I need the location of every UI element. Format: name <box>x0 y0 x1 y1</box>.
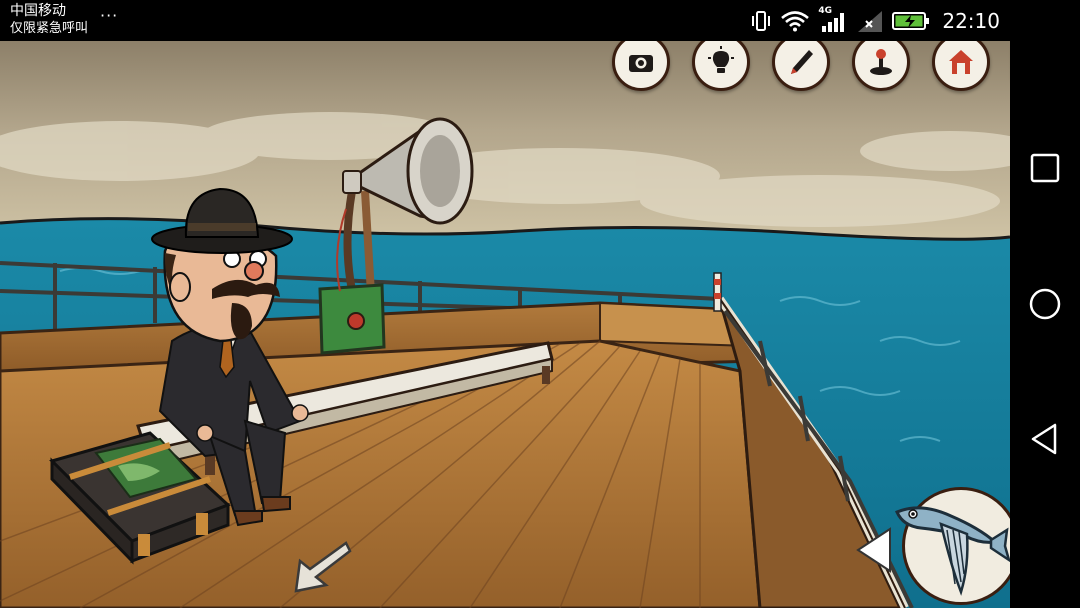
inventory-toggle-arrow[interactable] <box>854 525 894 575</box>
emergency-calls-text: 仅限紧急呼叫 <box>10 21 89 36</box>
home-nav-button[interactable] <box>1027 286 1063 322</box>
circle-icon <box>1029 288 1061 320</box>
game-toolbar <box>612 41 1010 91</box>
lightbulb-icon <box>708 46 734 73</box>
notes-button[interactable] <box>772 41 830 91</box>
carrier-name: 中国移动 <box>10 3 66 19</box>
android-nav-bar <box>1010 0 1080 608</box>
battery-charging-icon <box>892 12 930 30</box>
back-nav-button[interactable] <box>1027 421 1063 457</box>
home-button[interactable] <box>932 41 990 91</box>
clock: 22:10 <box>942 9 1000 33</box>
cellular-signal-icon: 4G <box>818 6 848 33</box>
camera-button[interactable] <box>612 41 670 91</box>
move-back-arrow[interactable] <box>290 539 352 595</box>
more-notifications-icon: ··· <box>100 6 119 25</box>
flying-fish-icon <box>895 506 1010 596</box>
status-bar: 中国移动 仅限紧急呼叫 ··· 4G 22:10 <box>0 0 1010 41</box>
no-signal-icon <box>858 11 883 32</box>
back-triangle-icon <box>1031 423 1057 455</box>
triangle-left-icon <box>856 527 891 573</box>
bow-pole <box>713 272 722 312</box>
ship-deck-scene[interactable] <box>0 41 1010 608</box>
carrier-info: 中国移动 仅限紧急呼叫 <box>10 3 88 37</box>
camera-icon <box>629 55 653 72</box>
status-icons: 4G 22:10 <box>750 6 1000 34</box>
recent-apps-button[interactable] <box>1027 150 1063 186</box>
joystick-icon <box>870 49 892 75</box>
hint-button[interactable] <box>692 41 750 91</box>
square-icon <box>1030 153 1060 183</box>
home-icon <box>949 50 973 74</box>
arrow-down-left-icon <box>294 541 352 593</box>
inventory-slot[interactable] <box>895 487 1010 605</box>
pencil-icon <box>791 50 813 74</box>
vibrate-icon <box>752 11 771 31</box>
controls-button[interactable] <box>852 41 910 91</box>
game-viewport[interactable] <box>0 41 1010 608</box>
wifi-icon <box>781 11 810 32</box>
